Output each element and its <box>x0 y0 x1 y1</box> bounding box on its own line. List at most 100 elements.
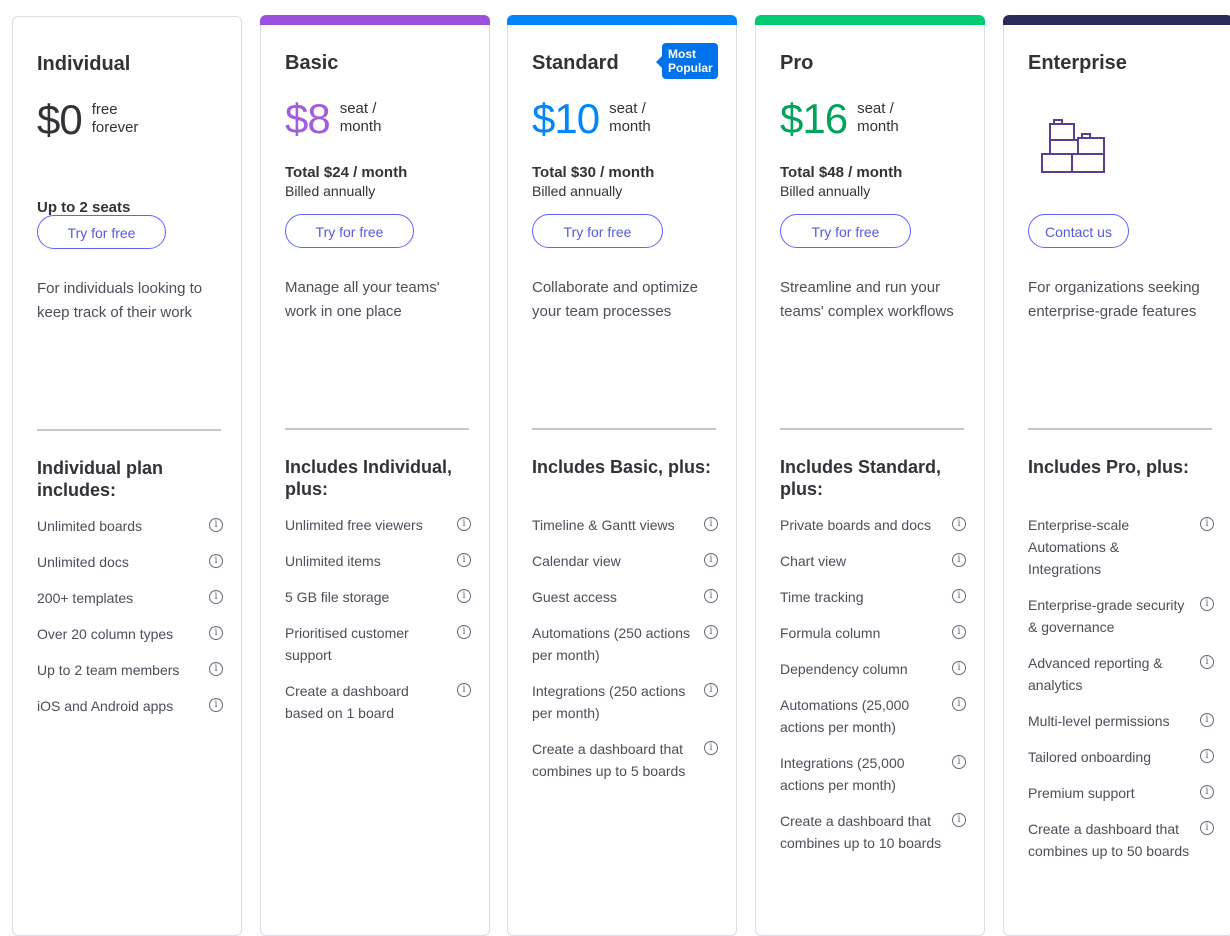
divider <box>37 429 221 431</box>
price-unit-line2: forever <box>91 119 139 136</box>
info-icon[interactable]: i <box>1200 517 1214 531</box>
contact-us-button[interactable]: Contact us <box>1028 214 1129 248</box>
try-for-free-button[interactable]: Try for free <box>532 214 663 248</box>
feature-item: Tailored onboarding i <box>1028 746 1214 768</box>
info-icon[interactable]: i <box>704 683 718 697</box>
plan-description: Streamline and run your teams' complex w… <box>780 279 954 320</box>
price-row: $0 free forever <box>37 97 138 143</box>
feature-item: Guest access i <box>532 586 718 608</box>
feature-item: Create a dashboard that combines up to 5… <box>532 738 718 782</box>
price-unit-line1: free <box>91 101 118 118</box>
feature-item: Over 20 column types i <box>37 623 223 645</box>
info-icon[interactable]: i <box>704 589 718 603</box>
info-icon[interactable]: i <box>952 589 966 603</box>
info-icon[interactable]: i <box>209 590 223 604</box>
price: $8 <box>285 95 331 142</box>
info-icon[interactable]: i <box>209 626 223 640</box>
info-icon[interactable]: i <box>1200 713 1214 727</box>
info-icon[interactable]: i <box>704 553 718 567</box>
info-icon[interactable]: i <box>457 517 471 531</box>
includes-title: Individual plan includes: <box>37 458 164 500</box>
info-icon[interactable]: i <box>952 661 966 675</box>
price-unit-line1: seat / <box>609 100 646 117</box>
info-icon[interactable]: i <box>457 625 471 639</box>
feature-item: Create a dashboard based on 1 board i <box>285 680 471 724</box>
info-icon[interactable]: i <box>1200 655 1214 669</box>
info-icon[interactable]: i <box>457 553 471 567</box>
billing-note: Billed annually <box>285 183 376 199</box>
info-icon[interactable]: i <box>704 517 718 531</box>
plan-name: Enterprise <box>1028 52 1127 74</box>
plan-name: Pro <box>780 52 814 74</box>
feature-item: Premium support i <box>1028 782 1214 804</box>
feature-item: Integrations (250 actions per month) i <box>532 680 718 724</box>
feature-item: Dependency column i <box>780 658 966 680</box>
info-icon[interactable]: i <box>1200 785 1214 799</box>
price: $10 <box>532 95 600 142</box>
feature-list: Unlimited boards i Unlimited docs i 200+ t… <box>37 515 223 731</box>
feature-item: Unlimited items i <box>285 550 471 572</box>
info-icon[interactable]: i <box>209 554 223 568</box>
price-unit: free forever <box>92 101 139 137</box>
feature-item: Chart view i <box>780 550 966 572</box>
seats-limit: Up to 2 seats <box>37 199 131 216</box>
price: $16 <box>780 95 848 142</box>
info-icon[interactable]: i <box>704 741 718 755</box>
feature-item: Enterprise-grade security & governance i <box>1028 594 1214 638</box>
feature-item: iOS and Android apps i <box>37 695 223 717</box>
plan-name: Individual <box>37 53 131 75</box>
info-icon[interactable]: i <box>952 755 966 769</box>
info-icon[interactable]: i <box>952 625 966 639</box>
feature-item: Prioritised customer support i <box>285 622 471 666</box>
info-icon[interactable]: i <box>952 553 966 567</box>
feature-item: Unlimited free viewers i <box>285 514 471 536</box>
try-for-free-button[interactable]: Try for free <box>37 215 166 249</box>
feature-item: Unlimited boards i <box>37 515 223 537</box>
price-unit: seat / month <box>857 100 899 136</box>
info-icon[interactable]: i <box>1200 749 1214 763</box>
info-icon[interactable]: i <box>457 683 471 697</box>
total-price: Total $24 / month <box>285 164 408 181</box>
plan-name: Standard <box>532 52 619 74</box>
divider <box>780 428 964 430</box>
plan-card-basic: Basic $8 seat / month Total $24 / month … <box>260 15 490 936</box>
info-icon[interactable]: i <box>1200 597 1214 611</box>
building-blocks-icon <box>1041 119 1105 173</box>
feature-item: Advanced reporting & analytics i <box>1028 652 1214 696</box>
feature-item: Private boards and docs i <box>780 514 966 536</box>
feature-item: 200+ templates i <box>37 587 223 609</box>
price-row: $10 seat / month <box>532 96 651 142</box>
price-unit-line2: month <box>339 118 382 135</box>
try-for-free-button[interactable]: Try for free <box>780 214 911 248</box>
plan-card-pro: Pro $16 seat / month Total $48 / month B… <box>755 15 985 936</box>
try-for-free-button[interactable]: Try for free <box>285 214 414 248</box>
price-unit-line1: seat / <box>857 100 894 117</box>
feature-item: 5 GB file storage i <box>285 586 471 608</box>
plan-description: For individuals looking to keep track of… <box>37 280 203 321</box>
price-unit: seat / month <box>609 100 651 136</box>
includes-title: Includes Individual, plus: <box>285 457 453 499</box>
price-row: $16 seat / month <box>780 96 899 142</box>
feature-item: Formula column i <box>780 622 966 644</box>
plan-card-individual: Individual $0 free forever Up to 2 seats… <box>12 16 242 936</box>
info-icon[interactable]: i <box>209 662 223 676</box>
info-icon[interactable]: i <box>704 625 718 639</box>
feature-item: Timeline & Gantt views i <box>532 514 718 536</box>
info-icon[interactable]: i <box>952 697 966 711</box>
info-icon[interactable]: i <box>1200 821 1214 835</box>
feature-item: Enterprise-scale Automations & Integrati… <box>1028 514 1214 580</box>
price-unit-line1: seat / <box>339 100 377 117</box>
info-icon[interactable]: i <box>457 589 471 603</box>
info-icon[interactable]: i <box>952 517 966 531</box>
plan-description: Manage all your teams' work in one place <box>285 279 440 320</box>
info-icon[interactable]: i <box>209 698 223 712</box>
divider <box>285 428 469 430</box>
price-row: $8 seat / month <box>285 96 381 142</box>
billing-note: Billed annually <box>780 183 871 199</box>
info-icon[interactable]: i <box>209 518 223 532</box>
feature-item: Create a dashboard that combines up to 5… <box>1028 818 1214 862</box>
feature-item: Integrations (25,000 actions per month) i <box>780 752 966 796</box>
price: $0 <box>37 96 83 143</box>
info-icon[interactable]: i <box>952 813 966 827</box>
feature-item: Calendar view i <box>532 550 718 572</box>
